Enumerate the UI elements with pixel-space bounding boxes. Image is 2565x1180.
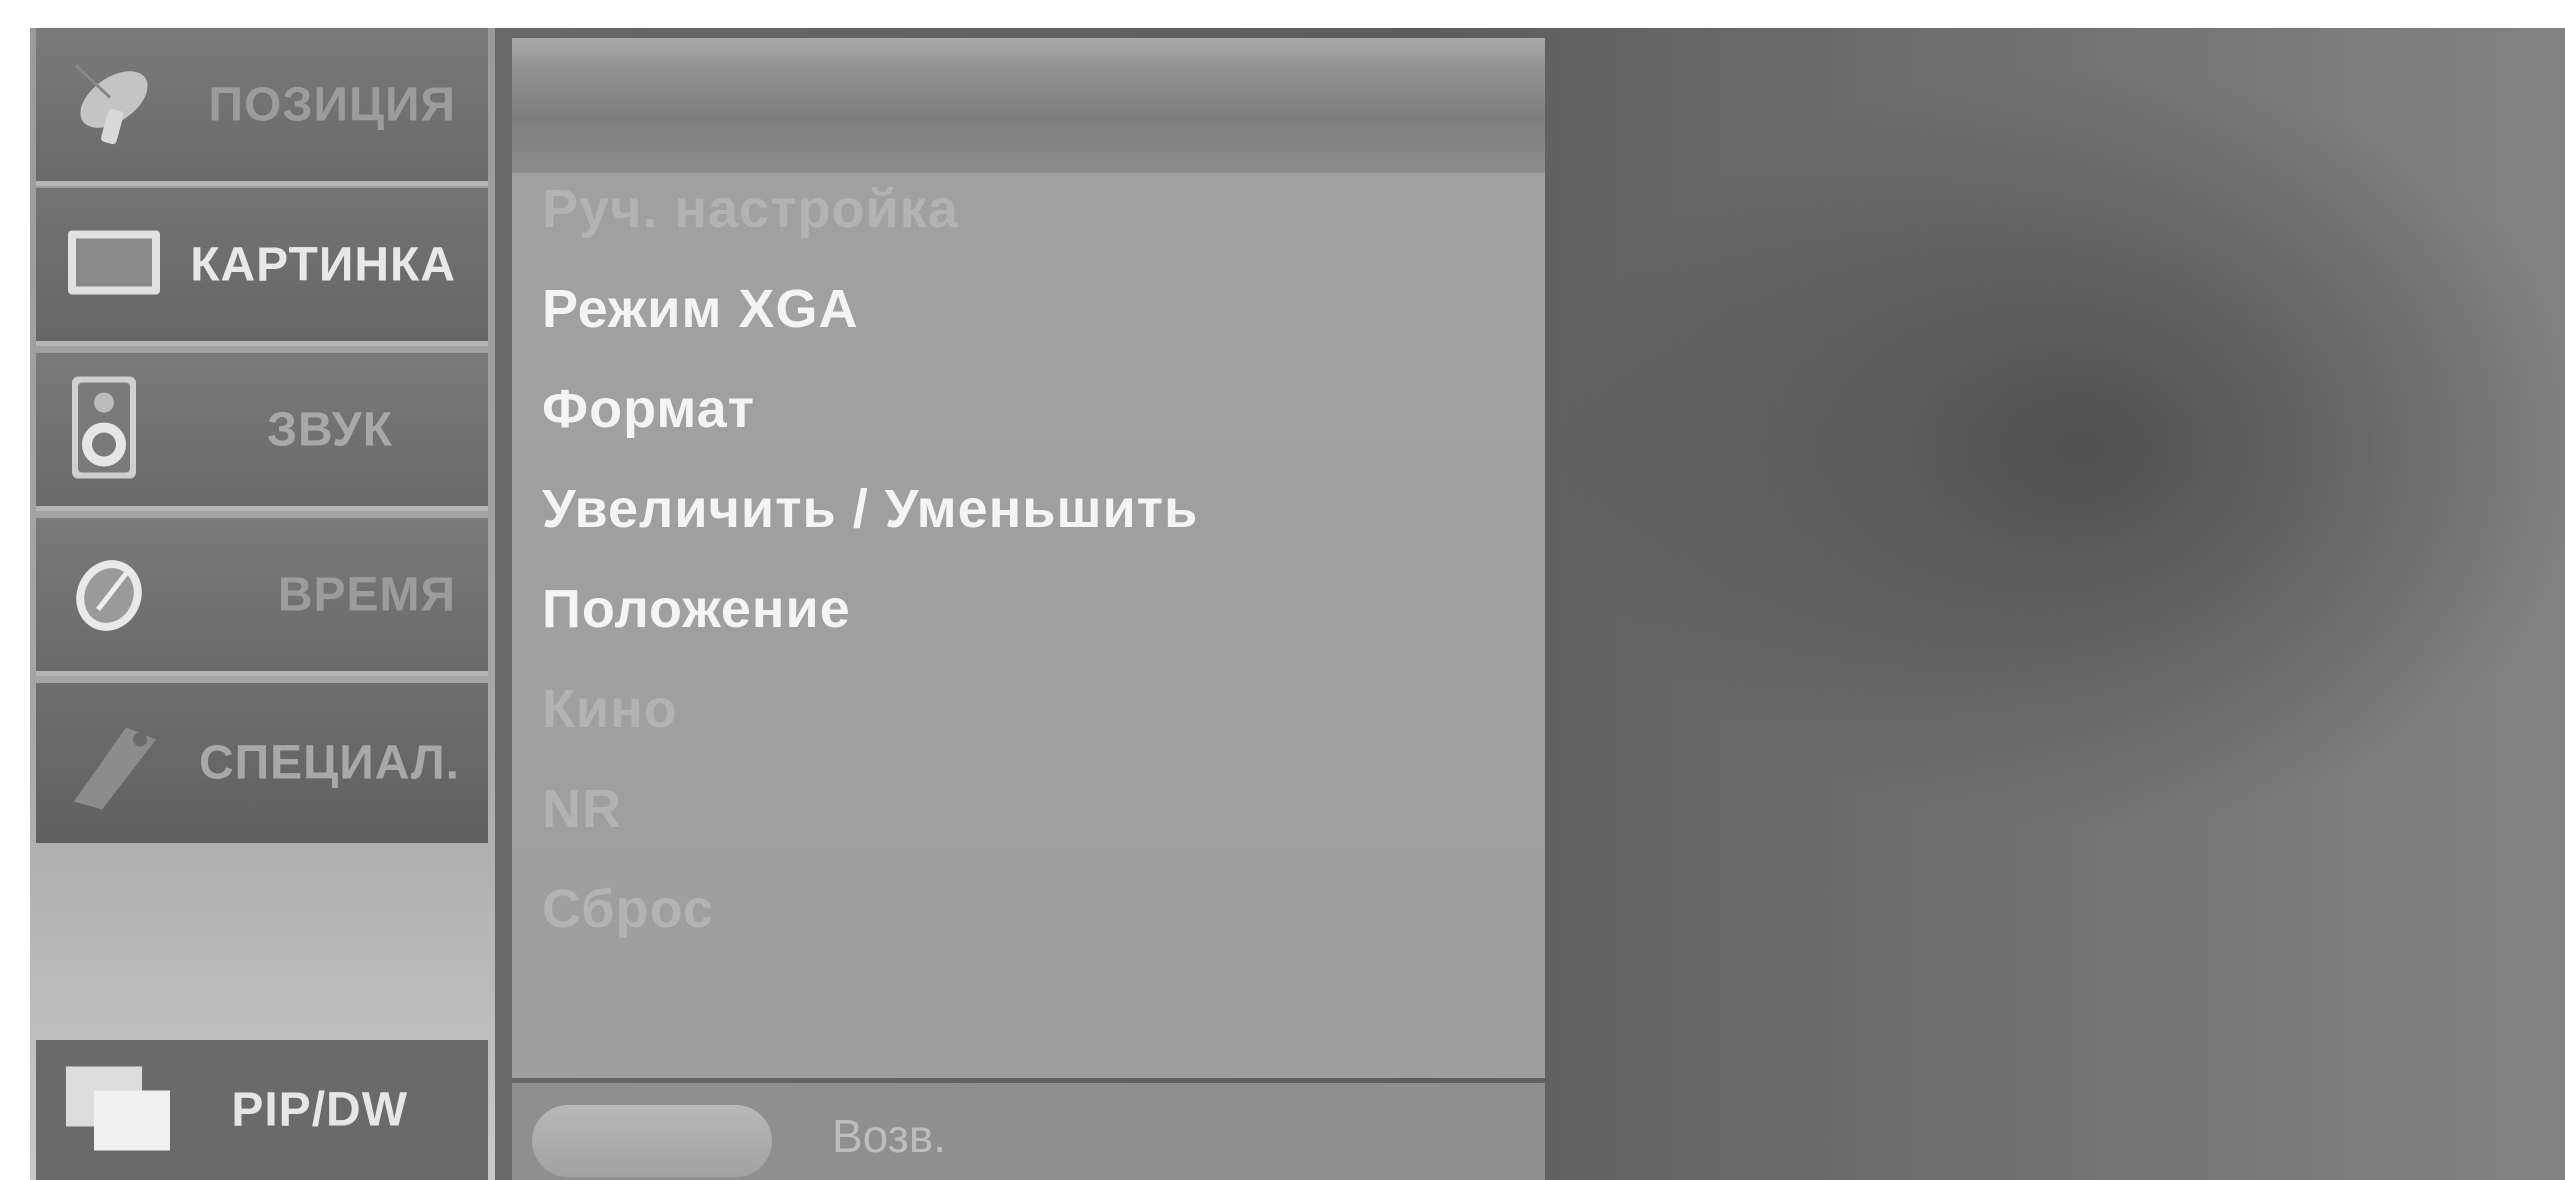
back-label: Возв. xyxy=(832,1110,947,1162)
sidebar-item-label: ПОЗИЦИЯ xyxy=(208,78,456,131)
picture-submenu-panel: Руч. настройка Режим XGA Формат Увеличит… xyxy=(512,38,1545,1078)
sidebar-item-sound[interactable]: ЗВУК xyxy=(36,353,488,511)
sidebar-item-label: ЗВУК xyxy=(266,403,393,456)
tv-screen-icon xyxy=(64,222,164,307)
back-button[interactable] xyxy=(532,1105,772,1177)
sidebar-item-special[interactable]: СПЕЦИАЛ. xyxy=(36,683,488,843)
sidebar-item-label: КАРТИНКА xyxy=(190,238,456,291)
menu-item-cinema[interactable]: Кино xyxy=(542,678,678,740)
submenu-footer: Возв. xyxy=(512,1083,1545,1180)
sidebar-item-position[interactable]: ПОЗИЦИЯ xyxy=(36,28,488,186)
menu-item-position[interactable]: Положение xyxy=(542,578,851,640)
sidebar-item-label: PIP/DW xyxy=(231,1083,408,1137)
sidebar-item-time[interactable]: ВРЕМЯ xyxy=(36,518,488,676)
osd-sidebar: ПОЗИЦИЯ КАРТИНКА ЗВУК ВРЕМЯ СПЕЦИАЛ. PIP… xyxy=(30,28,495,1180)
sidebar-item-picture[interactable]: КАРТИНКА xyxy=(36,188,488,346)
sidebar-item-pip[interactable]: PIP/DW xyxy=(36,1040,488,1180)
menu-item-reset[interactable]: Сброс xyxy=(542,878,714,940)
submenu-header-band xyxy=(512,38,1545,173)
tv-screen: ПОЗИЦИЯ КАРТИНКА ЗВУК ВРЕМЯ СПЕЦИАЛ. PIP… xyxy=(30,28,2565,1180)
pip-windows-icon xyxy=(64,1063,174,1158)
sidebar-item-label: СПЕЦИАЛ. xyxy=(198,736,460,790)
menu-item-xga-mode[interactable]: Режим XGA xyxy=(542,278,858,340)
satellite-dish-icon xyxy=(64,57,154,152)
menu-item-nr[interactable]: NR xyxy=(542,778,622,840)
speaker-icon xyxy=(64,372,144,487)
menu-item-format[interactable]: Формат xyxy=(542,378,755,440)
tag-icon xyxy=(64,706,164,821)
sidebar-item-label: ВРЕМЯ xyxy=(277,568,456,621)
clock-icon xyxy=(64,547,154,642)
menu-item-zoom[interactable]: Увеличить / Уменьшить xyxy=(542,478,1198,540)
menu-item-manual-tune[interactable]: Руч. настройка xyxy=(542,178,959,240)
